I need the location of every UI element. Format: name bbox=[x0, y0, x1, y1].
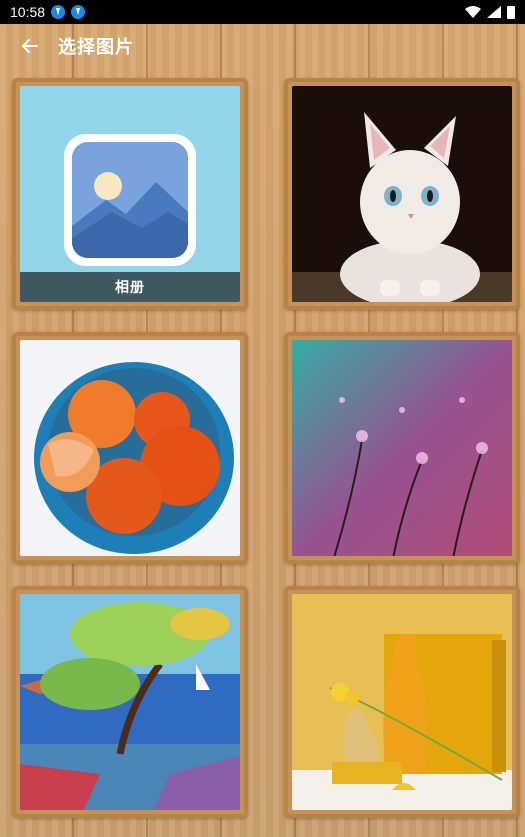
dandelion-image bbox=[292, 340, 512, 556]
page-title: 选择图片 bbox=[58, 37, 134, 58]
status-icons bbox=[465, 5, 515, 19]
download-icon bbox=[71, 5, 86, 19]
signal-icon bbox=[487, 6, 501, 18]
wifi-icon bbox=[465, 6, 481, 18]
image-card-dandelion[interactable] bbox=[284, 332, 520, 564]
gallery-icon bbox=[64, 134, 196, 266]
album-card[interactable]: 相册 bbox=[12, 78, 248, 310]
back-button[interactable] bbox=[18, 35, 40, 57]
album-label: 相册 bbox=[20, 272, 240, 302]
image-card-yellow-still-life[interactable] bbox=[284, 586, 520, 818]
battery-icon bbox=[507, 5, 515, 19]
tree-painting-image bbox=[20, 594, 240, 810]
tangerines-image bbox=[20, 340, 240, 556]
album-card-content: 相册 bbox=[20, 86, 240, 302]
download-icon bbox=[51, 5, 66, 19]
image-card-tangerines[interactable] bbox=[12, 332, 248, 564]
yellow-still-life-image bbox=[292, 594, 512, 810]
app-bar: 选择图片 bbox=[0, 24, 525, 68]
image-card-tree-painting[interactable] bbox=[12, 586, 248, 818]
arrow-left-icon bbox=[22, 39, 38, 53]
kitten-image bbox=[292, 86, 512, 302]
status-bar: 10:58 bbox=[0, 0, 525, 24]
image-card-kitten[interactable] bbox=[284, 78, 520, 310]
status-time: 10:58 bbox=[10, 4, 46, 20]
